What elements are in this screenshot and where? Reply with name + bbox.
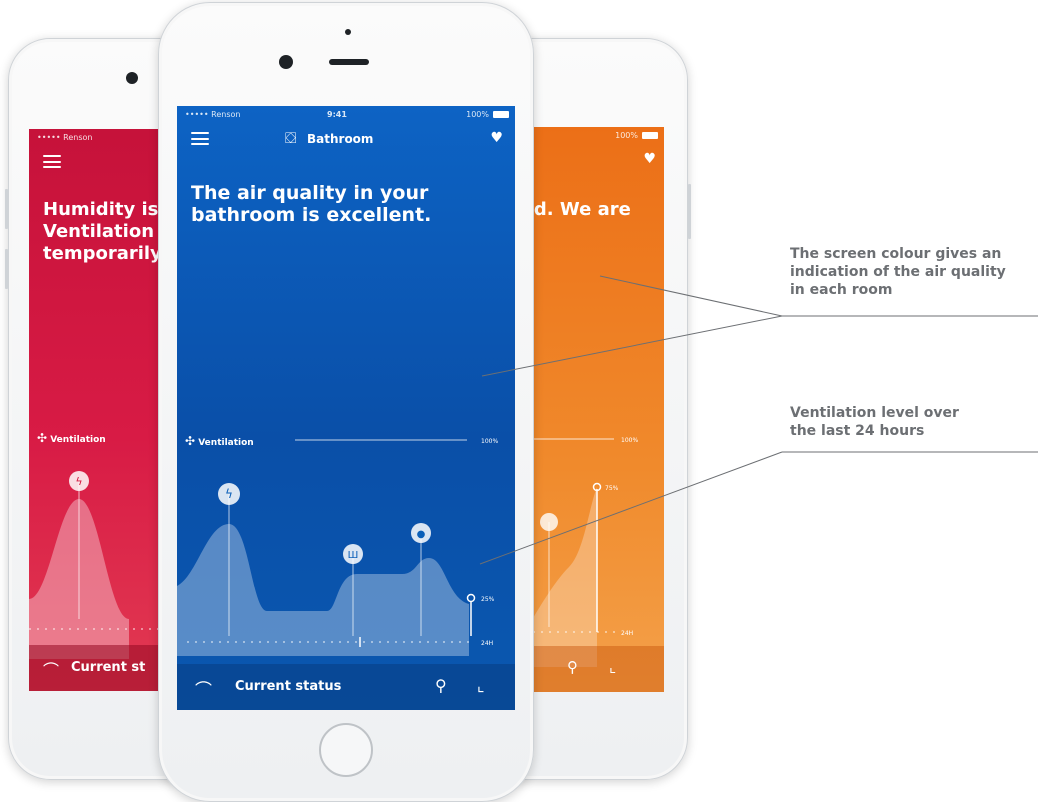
- current-marker: [466, 593, 476, 603]
- current-status-label[interactable]: Current st: [71, 660, 145, 675]
- current-level-label: 75%: [605, 485, 619, 492]
- battery-icon: [493, 111, 509, 118]
- settings-icon[interactable]: ⚲: [567, 658, 578, 676]
- side-button: [5, 189, 8, 229]
- ventilation-chart: 100% ϟ Ш ● 25% 24H: [177, 438, 498, 656]
- scale-max-label: 100%: [481, 438, 498, 445]
- annotation-screen-colour: The screen colour gives an indication of…: [790, 246, 1006, 298]
- svg-text:●: ●: [417, 529, 426, 540]
- annotation-ventilation-level: Ventilation level over the last 24 hours: [790, 405, 959, 439]
- time-text: 9:41: [327, 110, 347, 119]
- bottom-bar[interactable]: ⌒ Current status ⚲ ⌞: [177, 664, 515, 710]
- chevron-up-icon[interactable]: ⌒: [195, 676, 212, 701]
- carrier-text: ••••• Renson: [185, 110, 241, 119]
- front-camera: [279, 55, 293, 69]
- battery-text: 100%: [466, 110, 489, 119]
- ventilation-row: ✣ Ventilation: [37, 431, 106, 445]
- home-button[interactable]: [319, 723, 373, 777]
- heart-icon[interactable]: ♥: [490, 130, 503, 146]
- battery-text: 100%: [615, 131, 638, 140]
- time-span-label: 24H: [621, 630, 633, 637]
- phone-center: ••••• Renson 9:41 100% ⛋ Bathroom ♥ The …: [158, 2, 534, 802]
- battery-icon: [642, 132, 658, 139]
- time-span-label: 24H: [481, 640, 493, 647]
- proximity-sensor: [345, 29, 351, 35]
- ventilation-curve: [177, 524, 469, 656]
- svg-text:ϟ: ϟ: [75, 475, 82, 488]
- bathtub-icon: ⛋: [285, 129, 297, 147]
- front-camera: [126, 72, 138, 84]
- side-button: [5, 249, 8, 289]
- fan-icon: ✣: [37, 431, 48, 445]
- current-status-label[interactable]: Current status: [235, 679, 341, 694]
- nav-bar: ⛋ Bathroom ♥: [177, 124, 515, 156]
- ventilation-label: Ventilation: [50, 435, 106, 445]
- heart-icon[interactable]: ♥: [643, 151, 656, 167]
- room-title[interactable]: Bathroom: [307, 132, 373, 146]
- humidity-icon: [540, 513, 558, 531]
- status-bar: ••••• Renson 9:41 100%: [177, 106, 515, 124]
- carrier-text: ••••• Renson: [37, 133, 93, 142]
- status-message: The air quality in your bathroom is exce…: [191, 182, 432, 226]
- chart-icon[interactable]: ⌞: [477, 676, 485, 695]
- speaker-grille: [329, 59, 369, 65]
- menu-icon[interactable]: [43, 155, 61, 168]
- screen-center: ••••• Renson 9:41 100% ⛋ Bathroom ♥ The …: [177, 106, 515, 710]
- svg-text:Ш: Ш: [348, 550, 359, 561]
- chevron-up-icon[interactable]: ⌒: [43, 657, 59, 681]
- side-button: [688, 184, 691, 239]
- chart-icon[interactable]: ⌞: [609, 658, 616, 676]
- svg-text:ϟ: ϟ: [225, 487, 233, 501]
- current-level-label: 25%: [481, 596, 495, 603]
- scale-max-label: 100%: [621, 437, 638, 444]
- settings-icon[interactable]: ⚲: [435, 676, 447, 695]
- menu-icon[interactable]: [191, 132, 209, 145]
